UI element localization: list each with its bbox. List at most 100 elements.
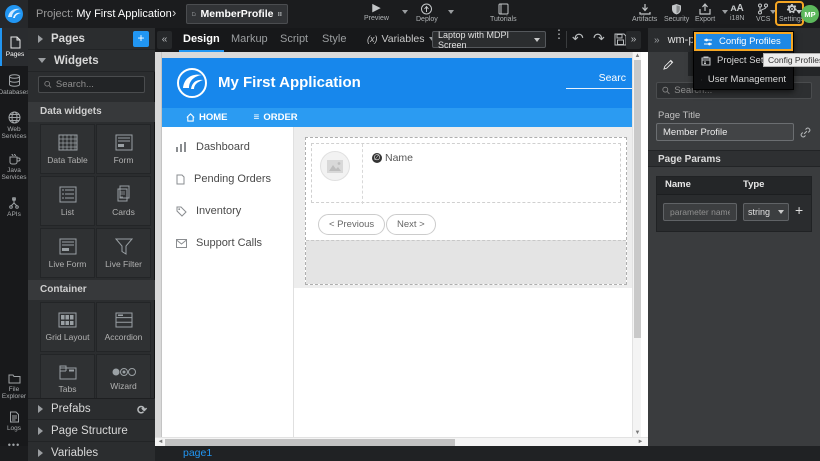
export-caret-icon[interactable] <box>722 10 728 14</box>
refresh-icon[interactable]: ⟳ <box>137 403 147 417</box>
canvas-vertical-scrollbar[interactable]: ▲ ▼ <box>632 52 641 437</box>
widget-live-form[interactable]: Live Form <box>40 228 95 278</box>
tab-style[interactable]: Style <box>318 28 350 52</box>
scroll-up-icon[interactable]: ▲ <box>633 53 642 59</box>
undo-button[interactable]: ↶ <box>572 30 584 47</box>
wavemaker-logo[interactable] <box>0 0 28 28</box>
grid-layout-icon <box>58 312 77 328</box>
nav-order[interactable]: ≡ ORDER <box>254 112 298 123</box>
avatar-placeholder[interactable] <box>320 151 350 181</box>
horizontal-scroll-thumb[interactable] <box>165 439 455 446</box>
scroll-right-icon[interactable]: ► <box>636 439 645 445</box>
grid-menu-icon[interactable] <box>278 9 282 19</box>
widget-form[interactable]: Form <box>96 124 151 174</box>
widget-search[interactable] <box>38 76 145 93</box>
menu-item-dashboard[interactable]: Dashboard <box>176 141 250 153</box>
collapse-right-icon[interactable]: » <box>654 35 660 46</box>
widget-data-table[interactable]: Data Table <box>40 124 95 174</box>
previous-button[interactable]: < Previous <box>318 214 385 235</box>
rail-item-apis[interactable]: APIs <box>0 188 28 226</box>
menu-item-pending-orders[interactable]: Pending Orders <box>176 173 271 185</box>
vcs-button[interactable]: VCS <box>756 3 770 23</box>
rail-item-java-services[interactable]: Java Services <box>0 146 28 188</box>
vertical-scroll-thumb[interactable] <box>634 60 641 338</box>
chevron-right-icon <box>38 449 43 457</box>
param-type-select[interactable]: string <box>743 203 789 221</box>
name-field[interactable]: ∅ Name <box>372 152 413 164</box>
tab-design[interactable]: Design <box>179 28 224 52</box>
tab-markup[interactable]: Markup <box>227 28 272 52</box>
variables-dropdown[interactable]: (x) Variables <box>367 33 435 45</box>
tutorials-button[interactable]: Tutorials <box>490 3 517 23</box>
deploy-caret-icon[interactable] <box>448 10 454 14</box>
scroll-left-icon[interactable]: ◄ <box>156 439 165 445</box>
menu-item-user-management[interactable]: User Management <box>694 70 793 89</box>
artifacts-button[interactable]: Artifacts <box>632 3 657 23</box>
bind-link-icon[interactable] <box>800 127 811 138</box>
widget-search-input[interactable] <box>56 79 139 90</box>
collapse-left-panel-button[interactable]: « <box>157 31 172 49</box>
tab-script[interactable]: Script <box>276 28 312 52</box>
selected-list-widget[interactable]: ∅ Name < Previous Next > <box>305 137 627 285</box>
pencil-icon <box>663 59 674 70</box>
scroll-down-icon[interactable]: ▼ <box>633 430 642 436</box>
widget-wizard[interactable]: Wizard <box>96 354 151 404</box>
next-button[interactable]: Next > <box>386 214 436 235</box>
properties-tab[interactable] <box>648 52 688 76</box>
toolbar-divider <box>566 31 567 48</box>
rail-item-databases[interactable]: Databases <box>0 66 28 104</box>
type-caret-icon <box>778 210 784 214</box>
user-avatar[interactable]: MP <box>801 5 819 23</box>
widget-tabs[interactable]: Tabs <box>40 354 95 404</box>
rail-item-file-explorer[interactable]: File Explorer <box>0 368 28 404</box>
rail-more-button[interactable]: ••• <box>0 440 28 450</box>
menu-item-config-profiles[interactable]: Config Profiles <box>694 32 793 51</box>
widget-list[interactable]: List <box>40 176 95 226</box>
empty-content-strip <box>306 240 626 284</box>
app-header[interactable]: My First Application Searc <box>162 58 632 108</box>
page-content-area[interactable]: ∅ Name < Previous Next > <box>294 127 632 288</box>
redo-button[interactable]: ↷ <box>593 30 605 47</box>
device-selector[interactable]: Laptop with MDPI Screen <box>432 31 546 48</box>
rail-item-logs[interactable]: Logs <box>0 404 28 438</box>
properties-panel: » wm-page: Page Title Page Params Name T… <box>648 28 820 446</box>
page-params-header[interactable]: Page Params <box>648 150 820 167</box>
rail-item-web-services[interactable]: Web Services <box>0 104 28 146</box>
widget-cards[interactable]: Cards <box>96 176 151 226</box>
page-params-table: Name Type string + <box>656 176 812 232</box>
menu-item-support-calls[interactable]: Support Calls <box>176 237 262 249</box>
list-item-template[interactable]: ∅ Name <box>311 143 621 203</box>
prefabs-accordion-header[interactable]: Prefabs ⟳ <box>28 398 155 420</box>
widget-live-filter[interactable]: Live Filter <box>96 228 151 278</box>
add-param-button[interactable]: + <box>795 202 803 218</box>
i18n-button[interactable]: ᴀA i18N <box>730 3 744 22</box>
export-button[interactable]: Export <box>695 3 715 23</box>
page-title-input[interactable] <box>656 123 794 141</box>
design-canvas[interactable]: My First Application Searc HOME ≡ ORDER … <box>155 52 648 437</box>
app-search-link[interactable]: Searc <box>599 72 626 84</box>
variables-accordion-header[interactable]: Variables <box>28 442 155 461</box>
status-bar: page1 <box>155 446 820 461</box>
preview-caret-icon[interactable] <box>402 10 408 14</box>
param-name-input[interactable] <box>663 203 737 221</box>
widgets-accordion-header[interactable]: Widgets <box>28 50 155 72</box>
nav-home[interactable]: HOME <box>186 112 228 123</box>
page-structure-accordion-header[interactable]: Page Structure <box>28 420 155 442</box>
canvas-horizontal-scrollbar[interactable]: ◄ ► <box>155 437 648 446</box>
preview-button[interactable]: ▶ Preview <box>364 3 389 22</box>
rail-item-pages[interactable]: Pages <box>0 28 28 66</box>
expand-right-panel-button[interactable]: » <box>626 31 641 49</box>
page1-tab[interactable]: page1 <box>183 447 212 459</box>
security-button[interactable]: Security <box>664 3 689 23</box>
tabs-icon <box>59 365 77 380</box>
menu-item-inventory[interactable]: Inventory <box>176 205 241 217</box>
deploy-button[interactable]: Deploy <box>416 3 438 23</box>
add-page-button[interactable]: + <box>133 31 149 47</box>
page-selector[interactable]: MemberProfile <box>186 4 288 24</box>
pages-accordion-header[interactable]: Pages + <box>28 28 155 50</box>
widget-grid-layout[interactable]: Grid Layout <box>40 302 95 352</box>
col-name: Name <box>665 179 691 190</box>
app-title: My First Application <box>218 74 361 91</box>
more-options-button[interactable]: ⋮ <box>553 31 563 37</box>
widget-accordion[interactable]: Accordion <box>96 302 151 352</box>
